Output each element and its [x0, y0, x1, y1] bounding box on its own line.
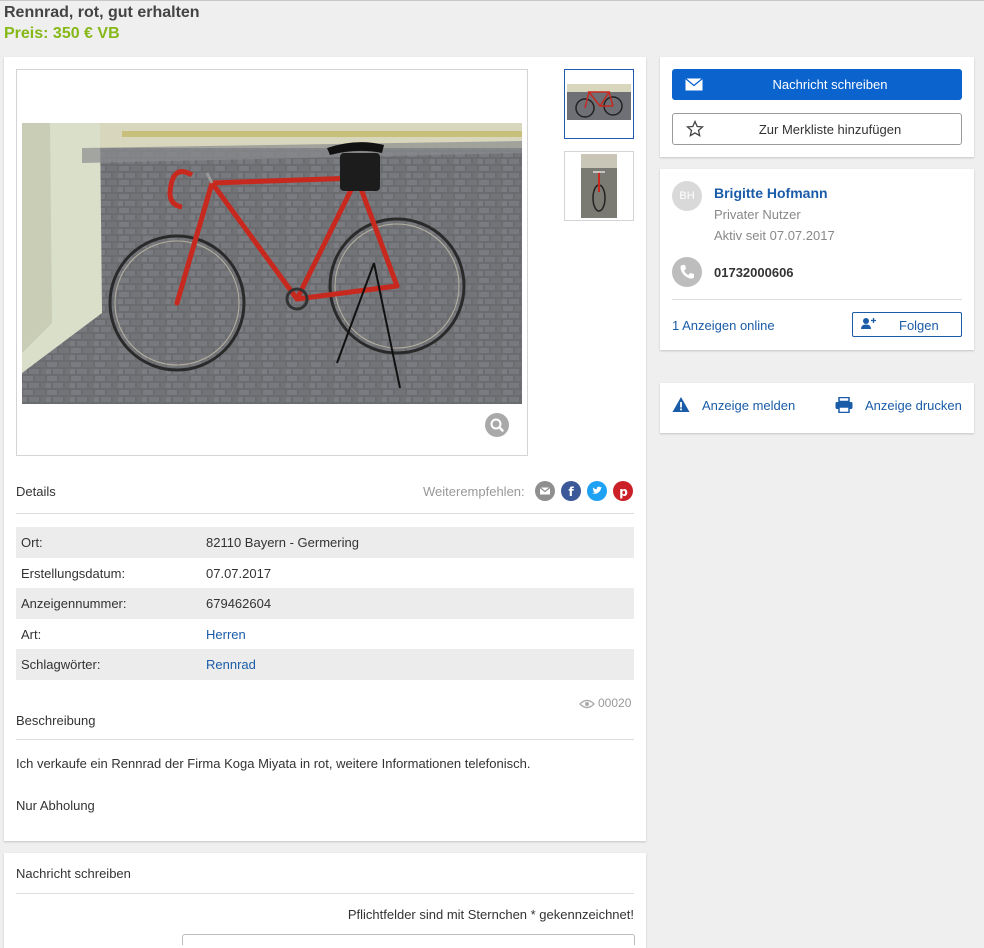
printer-icon[interactable]: [835, 397, 853, 413]
print-ad-link[interactable]: Anzeige drucken: [865, 398, 962, 413]
table-row: Art: Herren: [16, 619, 634, 650]
thumbnail-1[interactable]: [564, 69, 634, 139]
follow-button[interactable]: Folgen: [852, 312, 962, 337]
detail-key: Schlagwörter:: [21, 657, 101, 673]
add-to-watchlist-button[interactable]: Zur Merkliste hinzufügen: [672, 113, 962, 145]
detail-value: 679462604: [206, 596, 272, 612]
description-divider: [16, 739, 634, 740]
detail-value-link[interactable]: Rennrad: [206, 657, 256, 672]
required-fields-note: Pflichtfelder sind mit Sternchen * geken…: [347, 907, 634, 922]
description-heading: Beschreibung: [16, 713, 96, 728]
seller-divider: [672, 299, 962, 300]
facebook-icon[interactable]: f: [561, 481, 581, 501]
table-row: Anzeigennummer: 679462604: [16, 588, 634, 619]
description-text: Ich verkaufe ein Rennrad der Firma Koga …: [16, 756, 531, 771]
main-image-frame[interactable]: [16, 69, 528, 456]
seller-type: Privater Nutzer: [714, 207, 801, 222]
twitter-icon[interactable]: [587, 481, 607, 501]
detail-value: 82110 Bayern - Germering: [206, 535, 359, 550]
ad-price: Preis: 350 € VB: [4, 25, 120, 42]
table-row: Erstellungsdatum: 07.07.2017: [16, 558, 634, 589]
detail-value: 07.07.2017: [206, 565, 272, 581]
mail-icon[interactable]: [535, 481, 555, 501]
top-border: [0, 0, 984, 1]
detail-key: Anzeigennummer:: [21, 596, 127, 612]
detail-key: Art:: [21, 626, 42, 642]
view-counter: 00020: [579, 696, 631, 710]
eye-icon: [579, 699, 595, 708]
magnifier-icon[interactable]: [485, 413, 509, 437]
details-divider: [16, 513, 634, 514]
add-user-icon: [861, 318, 876, 329]
svg-text:f: f: [569, 485, 575, 499]
send-message-button[interactable]: Nachricht schreiben: [672, 69, 962, 100]
add-to-watchlist-label: Zur Merkliste hinzufügen: [758, 122, 902, 137]
thumbnail-2[interactable]: [564, 151, 634, 221]
table-row: Schlagwörter: Rennrad: [16, 649, 634, 680]
ad-title: Rennrad, rot, gut erhalten: [4, 4, 200, 21]
detail-value-link[interactable]: Herren: [206, 627, 246, 642]
detail-key: Erstellungsdatum:: [21, 565, 126, 581]
send-message-label: Nachricht schreiben: [772, 77, 888, 92]
contact-form-heading: Nachricht schreiben: [16, 866, 131, 881]
ads-online-link[interactable]: 1 Anzeigen online: [672, 318, 775, 333]
pinterest-icon[interactable]: p: [613, 481, 633, 501]
seller-active-since: Aktiv seit 07.07.2017: [714, 228, 835, 243]
phone-icon: [672, 257, 702, 287]
share-label: Weiterempfehlen:: [423, 484, 525, 499]
svg-text:p: p: [619, 485, 628, 499]
seller-name[interactable]: Brigitte Hofmann: [714, 185, 828, 201]
description-note: Nur Abholung: [16, 798, 95, 813]
detail-key: Ort:: [21, 535, 43, 550]
contact-form-divider: [16, 893, 634, 894]
warning-icon[interactable]: [672, 396, 690, 413]
follow-label: Folgen: [899, 318, 939, 333]
table-row: Ort: 82110 Bayern - Germering: [16, 527, 634, 558]
details-table: Ort: 82110 Bayern - Germering Erstellung…: [16, 527, 634, 680]
phone-number[interactable]: 01732000606: [714, 265, 794, 280]
report-ad-link[interactable]: Anzeige melden: [702, 398, 795, 413]
bicycle-photo: [22, 123, 522, 404]
details-heading: Details: [16, 484, 56, 499]
view-count: 00020: [598, 696, 632, 710]
avatar: BH: [672, 181, 702, 211]
